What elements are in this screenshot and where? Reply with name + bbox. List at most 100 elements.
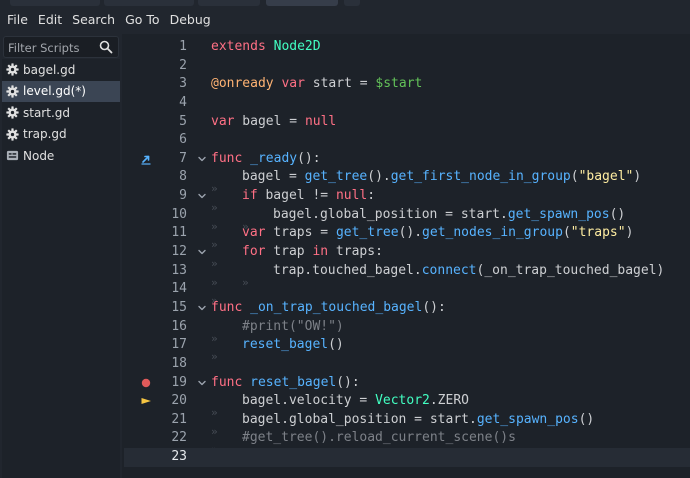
code-line[interactable]: 5 var bagel = null	[124, 113, 690, 132]
code-token: get_spawn_pos	[507, 206, 610, 222]
menu-go-to[interactable]: Go To	[120, 6, 164, 34]
code-line[interactable]: 21 bagel.global_position = start.get_spaw…	[124, 411, 690, 442]
code-line[interactable]: 17 reset_bagel()	[124, 336, 690, 367]
script-item[interactable]: Node	[2, 145, 120, 167]
code-line[interactable]: 16 #print("OW!")	[124, 318, 690, 349]
line-number[interactable]: 5	[160, 113, 187, 132]
code-text: bagel.velocity = Vector2.ZERO	[211, 392, 469, 423]
code-line[interactable]: 14	[124, 280, 690, 311]
code-token: connect	[421, 262, 477, 278]
code-line[interactable]: 20 bagel.velocity = Vector2.ZERO	[124, 392, 690, 423]
fold-arrow-icon[interactable]	[196, 187, 208, 206]
code-token: ().	[367, 169, 391, 185]
line-number[interactable]: 23	[160, 448, 187, 467]
line-number[interactable]: 22	[160, 429, 187, 448]
code-line[interactable]: 2	[124, 57, 690, 76]
fold-arrow-icon[interactable]	[196, 243, 208, 262]
line-number[interactable]: 19	[160, 374, 187, 393]
fold-arrow-icon[interactable]	[196, 299, 208, 318]
code-line[interactable]: 7 func _ready():	[124, 150, 690, 169]
script-list-panel: bagel.gd level.gd(*) start.gd trap.gd Node	[0, 34, 122, 478]
script-item[interactable]: start.gd	[2, 102, 120, 124]
code-token: start =	[304, 76, 376, 92]
menu-edit[interactable]: Edit	[33, 6, 67, 34]
line-number[interactable]: 4	[160, 94, 187, 113]
line-number[interactable]: 12	[160, 243, 187, 262]
line-number[interactable]: 16	[160, 318, 187, 337]
code-line[interactable]: 13 trap.touched_bagel.connect(_on_trap_to…	[124, 262, 690, 293]
code-line[interactable]: 22 #get_tree().reload_current_scene()s	[124, 429, 690, 460]
code-text: @onready var start = $start	[211, 75, 422, 94]
code-line[interactable]: 8 bagel = get_tree().get_first_node_in_gr…	[124, 168, 690, 199]
line-number[interactable]: 11	[160, 224, 187, 243]
code-token: if	[242, 188, 258, 204]
code-text: func _on_trap_touched_bagel():	[211, 299, 446, 318]
code-text: var traps = get_tree().get_nodes_in_grou…	[211, 224, 633, 255]
code-line[interactable]: 10 bagel.global_position = start.get_spaw…	[124, 206, 690, 237]
code-line[interactable]: 4	[124, 94, 690, 113]
code-token: for	[242, 244, 266, 260]
code-area[interactable]: 1 extends Node2D 2 3 @onready var start = $s…	[124, 38, 690, 467]
code-line[interactable]: 19 func reset_bagel():	[124, 374, 690, 393]
override-icon[interactable]	[138, 150, 154, 169]
line-number[interactable]: 13	[160, 262, 187, 281]
filter-scripts-input[interactable]	[4, 38, 98, 58]
code-token: :	[367, 188, 376, 204]
fold-arrow-icon[interactable]	[196, 150, 208, 169]
line-number[interactable]: 14	[160, 280, 187, 299]
code-token: bagel =	[242, 169, 305, 185]
code-token: get_first_node_in_group	[390, 169, 571, 185]
execution-arrow-icon[interactable]	[138, 392, 154, 411]
line-number[interactable]: 3	[160, 75, 187, 94]
line-number[interactable]: 8	[160, 168, 187, 187]
menu-search[interactable]: Search	[67, 6, 120, 34]
code-token: ():	[422, 299, 446, 315]
script-item[interactable]: level.gd(*)	[2, 80, 120, 102]
script-item-label: trap.gd	[23, 127, 67, 142]
code-token: var	[281, 76, 305, 92]
code-text: for trap in traps:	[211, 243, 383, 274]
line-number[interactable]: 7	[160, 150, 187, 169]
code-text: if bagel != null:	[211, 187, 376, 218]
filter-scripts-box	[3, 36, 119, 58]
line-number[interactable]: 20	[160, 392, 187, 411]
code-line[interactable]: 18	[124, 355, 690, 374]
breakpoint-icon[interactable]	[138, 374, 154, 393]
code-token: var	[211, 113, 235, 129]
code-token: #print("OW!")	[242, 318, 344, 334]
code-text: var bagel = null	[211, 113, 336, 132]
search-icon[interactable]	[99, 40, 113, 54]
code-line[interactable]: 1 extends Node2D	[124, 38, 690, 57]
code-text: reset_bagel()	[211, 336, 344, 367]
line-number[interactable]: 9	[160, 187, 187, 206]
code-token: func	[211, 150, 243, 166]
code-line[interactable]: 3 @onready var start = $start	[124, 75, 690, 94]
line-number[interactable]: 6	[160, 131, 187, 150]
code-text: func _ready():	[211, 150, 321, 169]
code-line[interactable]: 9 if bagel != null:	[124, 187, 690, 218]
line-number[interactable]: 1	[160, 38, 187, 57]
code-text: extends Node2D	[211, 38, 321, 57]
menu-file[interactable]: File	[2, 6, 33, 34]
script-item[interactable]: bagel.gd	[2, 59, 120, 81]
script-item[interactable]: trap.gd	[2, 124, 120, 146]
line-number[interactable]: 15	[160, 299, 187, 318]
line-number[interactable]: 21	[160, 411, 187, 430]
menu-debug[interactable]: Debug	[165, 6, 216, 34]
code-editor[interactable]: 1 extends Node2D 2 3 @onready var start = $s…	[124, 34, 690, 478]
code-line[interactable]: 11 var traps = get_tree().get_nodes_in_gr…	[124, 224, 690, 255]
line-number[interactable]: 2	[160, 57, 187, 76]
line-number[interactable]: 10	[160, 206, 187, 225]
line-number[interactable]: 17	[160, 336, 187, 355]
code-line[interactable]: 12 for trap in traps:	[124, 243, 690, 274]
fold-arrow-icon[interactable]	[196, 374, 208, 393]
code-token: null	[335, 188, 368, 204]
code-line[interactable]: 23	[124, 448, 690, 467]
code-token: (	[570, 169, 579, 185]
line-number[interactable]: 18	[160, 355, 187, 374]
code-line[interactable]: 6	[124, 131, 690, 150]
code-line[interactable]: 15 func _on_trap_touched_bagel():	[124, 299, 690, 318]
code-token: _ready	[250, 150, 298, 166]
code-token: func	[211, 374, 243, 390]
